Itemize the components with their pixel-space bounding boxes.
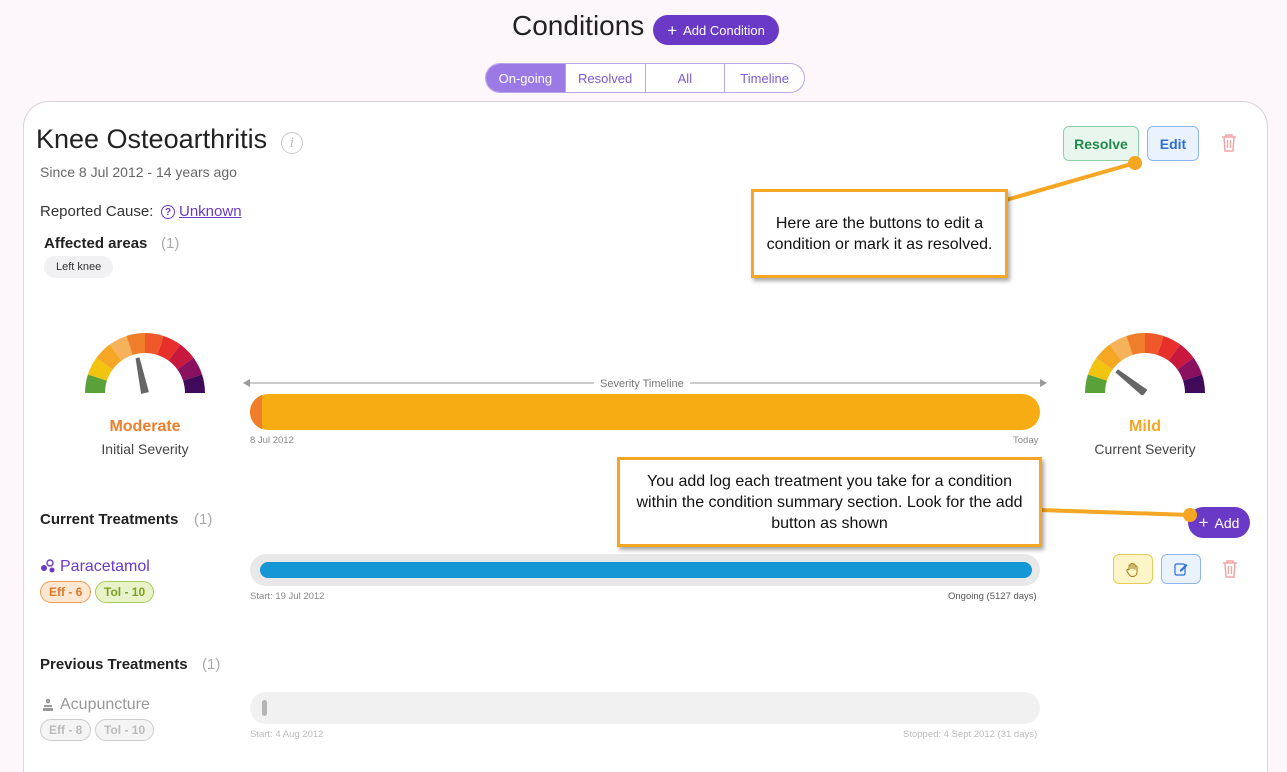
- callout-edit-resolve: Here are the buttons to edit a condition…: [751, 189, 1008, 278]
- callout-add-treatment: You add log each treatment you take for …: [617, 457, 1042, 547]
- callout-connectors: [1005, 156, 1197, 522]
